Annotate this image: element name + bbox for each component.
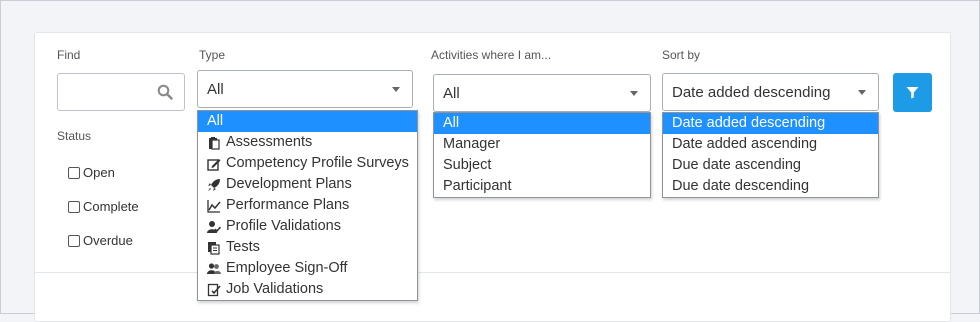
type-option-development-plans[interactable]: Development Plans [198, 174, 417, 195]
activities-label: Activities where I am... [431, 48, 552, 62]
type-option-job-validations[interactable]: Job Validations [198, 279, 417, 300]
sort-option-date-added-ascending[interactable]: Date added ascending [663, 134, 878, 155]
sort-option-date-added-descending[interactable]: Date added descending [663, 113, 878, 134]
status-open-label: Open [83, 165, 115, 180]
type-select[interactable]: All [197, 70, 413, 108]
line-chart-icon [207, 199, 221, 213]
activities-option-all[interactable]: All [434, 113, 650, 134]
sort-select[interactable]: Date added descending [662, 73, 879, 111]
checkbox-box[interactable] [68, 200, 80, 213]
type-option-assessments[interactable]: Assessments [198, 132, 417, 153]
test-sheet-icon [207, 241, 221, 255]
type-option-all[interactable]: All [198, 111, 417, 132]
checkbox-box[interactable] [68, 234, 80, 247]
activities-option-manager[interactable]: Manager [434, 134, 650, 155]
activities-option-participant[interactable]: Participant [434, 176, 650, 197]
type-option-performance-plans[interactable]: Performance Plans [198, 195, 417, 216]
edit-icon [207, 157, 221, 171]
chevron-down-icon [630, 91, 638, 96]
status-overdue-label: Overdue [83, 233, 133, 248]
type-dropdown-list: All Assessments Competency Profile Surve… [197, 110, 418, 301]
search-input[interactable] [57, 73, 185, 111]
rocket-icon [207, 178, 221, 192]
status-open-checkbox[interactable]: Open [68, 165, 115, 180]
status-label: Status [57, 129, 92, 143]
type-option-employee-sign-off[interactable]: Employee Sign-Off [198, 258, 417, 279]
activities-select-value: All [443, 85, 460, 102]
search-icon[interactable] [157, 84, 173, 100]
clipboard-icon [207, 136, 221, 150]
type-select-value: All [207, 81, 224, 98]
filter-button[interactable] [893, 73, 932, 112]
panel-divider [35, 272, 950, 273]
filter-icon [906, 87, 919, 99]
checkbox-box[interactable] [68, 166, 80, 179]
chevron-down-icon [858, 90, 866, 95]
activities-select[interactable]: All [433, 74, 651, 112]
users-icon [207, 262, 221, 276]
user-check-icon [207, 220, 221, 234]
type-option-competency-profile-surveys[interactable]: Competency Profile Surveys [198, 153, 417, 174]
sort-label: Sort by [662, 48, 701, 62]
status-complete-checkbox[interactable]: Complete [68, 199, 139, 214]
find-label: Find [57, 48, 81, 62]
sort-option-due-date-ascending[interactable]: Due date ascending [663, 155, 878, 176]
checklist-icon [207, 283, 221, 297]
sort-option-due-date-descending[interactable]: Due date descending [663, 176, 878, 197]
chevron-down-icon [392, 87, 400, 92]
status-complete-label: Complete [83, 199, 139, 214]
type-option-tests[interactable]: Tests [198, 237, 417, 258]
activities-dropdown-list: All Manager Subject Participant [433, 112, 651, 198]
sort-dropdown-list: Date added descending Date added ascendi… [662, 112, 879, 198]
activities-option-subject[interactable]: Subject [434, 155, 650, 176]
status-overdue-checkbox[interactable]: Overdue [68, 233, 133, 248]
type-label: Type [199, 48, 226, 62]
type-option-profile-validations[interactable]: Profile Validations [198, 216, 417, 237]
sort-select-value: Date added descending [672, 84, 831, 101]
